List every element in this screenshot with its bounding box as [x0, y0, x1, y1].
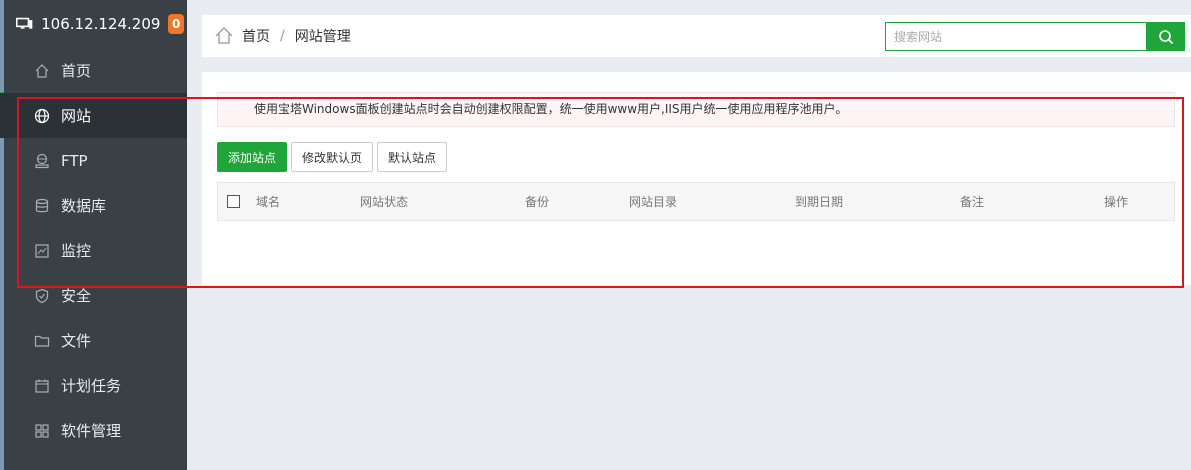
breadcrumb: 首页 / 网站管理	[202, 26, 351, 46]
sidebar-nav: 首页 网站 FTP 数据库 监控 安全 文件 计划任务 软件管理	[0, 48, 187, 453]
sidebar-item-ftp[interactable]: FTP	[0, 138, 187, 183]
column-domain[interactable]: 域名	[256, 183, 280, 222]
search-icon	[1158, 29, 1173, 44]
column-directory[interactable]: 网站目录	[629, 183, 677, 222]
sidebar-item-label: 文件	[61, 332, 92, 350]
sidebar-item-label: 计划任务	[61, 377, 122, 395]
notification-badge[interactable]: 0	[168, 14, 184, 34]
sidebar-item-label: 软件管理	[61, 422, 122, 440]
sidebar-item-label: 监控	[61, 242, 92, 260]
edit-default-page-button[interactable]: 修改默认页	[291, 142, 374, 172]
sidebar-item-label: 数据库	[61, 197, 107, 215]
site-table-header: 域名 网站状态 备份 网站目录 到期日期 备注 操作	[217, 182, 1175, 221]
sidebar-item-security[interactable]: 安全	[0, 273, 187, 318]
calendar-icon	[34, 378, 50, 394]
sidebar-item-label: 首页	[61, 62, 92, 80]
breadcrumb-home[interactable]: 首页	[242, 26, 270, 46]
sidebar-item-website[interactable]: 网站	[0, 93, 187, 138]
action-bar: 添加站点 修改默认页 默认站点	[217, 142, 448, 172]
sidebar-item-files[interactable]: 文件	[0, 318, 187, 363]
breadcrumb-separator: /	[280, 28, 285, 44]
select-all-checkbox[interactable]	[227, 195, 240, 208]
permission-notice: 使用宝塔Windows面板创建站点时会自动创建权限配置，统一使用www用户,II…	[217, 92, 1175, 127]
search-button[interactable]	[1146, 22, 1185, 51]
grid-icon	[34, 423, 50, 439]
home-icon	[34, 63, 50, 79]
column-actions: 操作	[1104, 195, 1129, 209]
site-panel: 使用宝塔Windows面板创建站点时会自动创建权限配置，统一使用www用户,II…	[202, 72, 1191, 285]
folder-icon	[34, 333, 50, 349]
sidebar-item-label: FTP	[61, 151, 88, 170]
top-bar: 首页 / 网站管理	[202, 15, 1191, 57]
column-expiry[interactable]: 到期日期	[795, 183, 843, 222]
column-status[interactable]: 网站状态	[360, 183, 408, 222]
sidebar-item-cron[interactable]: 计划任务	[0, 363, 187, 408]
site-search	[885, 22, 1185, 51]
server-host[interactable]: 106.12.124.209 0	[16, 12, 184, 36]
sidebar: 106.12.124.209 0 首页 网站 FTP 数据库 监控 安全 文件 …	[0, 0, 187, 470]
search-input[interactable]	[885, 22, 1146, 51]
server-ip: 106.12.124.209	[41, 15, 161, 33]
monitor-icon	[16, 17, 33, 29]
globe-icon	[34, 108, 50, 124]
shield-icon	[34, 288, 50, 304]
database-icon	[34, 198, 50, 214]
default-site-button[interactable]: 默认站点	[377, 142, 448, 172]
home-icon[interactable]	[214, 26, 234, 46]
sidebar-item-label: 安全	[61, 287, 92, 305]
sidebar-item-database[interactable]: 数据库	[0, 183, 187, 228]
monitor-chart-icon	[34, 243, 50, 259]
column-backup[interactable]: 备份	[525, 183, 549, 222]
ftp-icon	[34, 153, 50, 169]
breadcrumb-current: 网站管理	[294, 29, 351, 45]
sidebar-item-software[interactable]: 软件管理	[0, 408, 187, 453]
sidebar-item-monitor[interactable]: 监控	[0, 228, 187, 273]
add-site-button[interactable]: 添加站点	[217, 142, 288, 172]
sidebar-item-home[interactable]: 首页	[0, 48, 187, 93]
sidebar-item-label: 网站	[61, 107, 92, 125]
column-remark[interactable]: 备注	[960, 183, 984, 222]
